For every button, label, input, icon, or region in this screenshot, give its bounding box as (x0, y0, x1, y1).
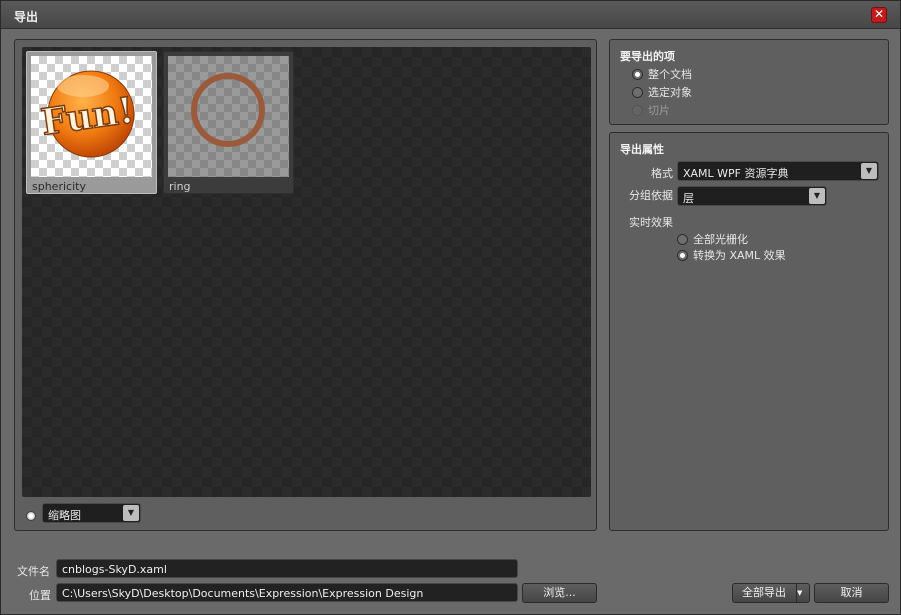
thumbnail-image: Fun! (31, 56, 152, 177)
radio-slices: 切片 (632, 102, 670, 118)
chevron-down-icon: ▼ (809, 188, 825, 204)
radio-icon (632, 86, 643, 98)
export-dialog: 导出 ✕ Fun! sphericity ring 缩略图 ▼ 要导出的项 整个… (0, 0, 901, 615)
export-all-button[interactable]: 全部导出 ▼ (732, 583, 810, 603)
format-label: 格式 (651, 167, 673, 180)
radio-selected-objects[interactable]: 选定对象 (632, 84, 692, 100)
view-mode-select[interactable]: 缩略图 ▼ (42, 503, 141, 523)
close-icon[interactable]: ✕ (871, 7, 887, 23)
radio-rasterize-all[interactable]: 全部光栅化 (677, 231, 748, 247)
group-by-label: 分组依据 (629, 189, 673, 202)
chevron-down-icon: ▼ (861, 163, 877, 179)
cancel-button[interactable]: 取消 (814, 583, 889, 603)
ring-shape-icon (191, 73, 265, 147)
group-by-select[interactable]: 层 ▼ (677, 186, 827, 206)
radio-icon (632, 68, 643, 80)
radio-icon (677, 249, 688, 261)
view-mode-indicator[interactable] (26, 511, 36, 521)
dialog-title: 导出 (14, 10, 39, 24)
preview-panel: Fun! sphericity ring 缩略图 ▼ (14, 39, 597, 531)
radio-convert-xaml-effects[interactable]: 转换为 XAML 效果 (677, 247, 786, 263)
fun-logo-icon: Fun! (38, 70, 137, 158)
title-bar[interactable]: 导出 ✕ (1, 1, 900, 29)
radio-whole-document[interactable]: 整个文档 (632, 66, 692, 82)
export-properties-title: 导出属性 (620, 143, 664, 156)
format-select[interactable]: XAML WPF 资源字典 ▼ (677, 161, 879, 181)
filename-input[interactable]: cnblogs-SkyD.xaml (56, 559, 518, 578)
export-items-panel: 要导出的项 整个文档 选定对象 切片 (609, 39, 889, 125)
live-effects-label: 实时效果 (629, 216, 673, 229)
export-properties-panel: 导出属性 格式 XAML WPF 资源字典 ▼ 分组依据 层 ▼ 实时效果 全部… (609, 132, 889, 531)
preview-area: Fun! sphericity ring (22, 47, 591, 497)
chevron-down-icon: ▼ (123, 505, 139, 521)
thumbnail-label: ring (169, 180, 191, 193)
thumbnail-ring[interactable]: ring (163, 51, 294, 194)
export-items-title: 要导出的项 (620, 50, 675, 63)
thumbnail-image (168, 56, 289, 177)
location-label: 位置 (29, 589, 51, 602)
chevron-down-icon[interactable]: ▼ (796, 584, 809, 602)
thumbnail-label: sphericity (32, 180, 86, 193)
location-input[interactable]: C:\Users\SkyD\Desktop\Documents\Expressi… (56, 583, 518, 602)
radio-icon (677, 233, 688, 245)
filename-label: 文件名 (17, 565, 50, 578)
thumbnail-sphericity[interactable]: Fun! sphericity (26, 51, 157, 194)
browse-button[interactable]: 浏览... (522, 583, 597, 603)
radio-icon (632, 104, 643, 116)
